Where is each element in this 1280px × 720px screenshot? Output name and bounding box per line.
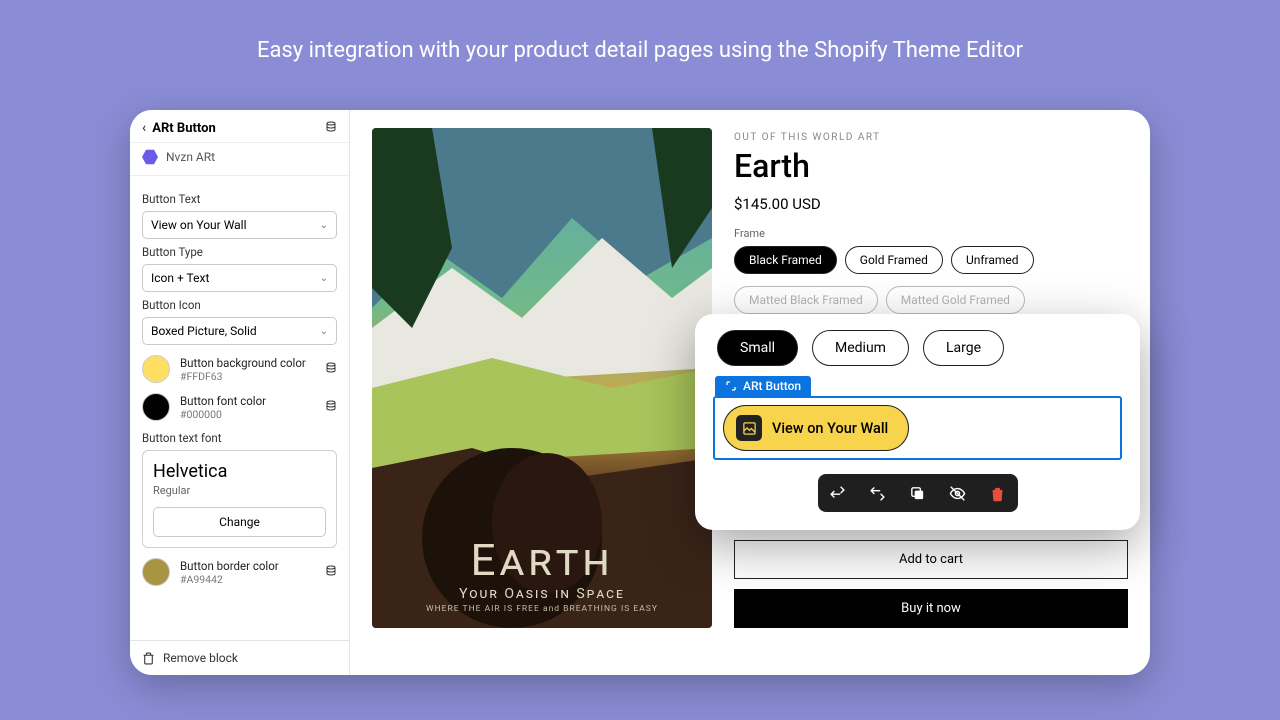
bg-color-label: Button background color bbox=[180, 356, 306, 370]
border-color-hex: #A99442 bbox=[180, 573, 279, 586]
product-image: Earth Your Oasis in Space WHERE THE AIR … bbox=[372, 128, 712, 628]
sidebar-title: ARt Button bbox=[152, 121, 319, 136]
product-eyebrow: OUT OF THIS WORLD ART bbox=[734, 132, 1128, 143]
size-option[interactable]: Large bbox=[923, 330, 1004, 366]
back-chevron-icon[interactable]: ‹ bbox=[142, 120, 146, 136]
view-on-wall-button[interactable]: View on Your Wall bbox=[723, 405, 909, 451]
font-name: Helvetica bbox=[153, 461, 326, 482]
dynamic-source-icon[interactable] bbox=[325, 565, 337, 580]
buy-now-button[interactable]: Buy it now bbox=[734, 589, 1128, 628]
button-type-select[interactable]: Icon + Text⌄ bbox=[142, 264, 337, 292]
hide-icon[interactable] bbox=[948, 483, 968, 503]
button-text-select[interactable]: View on Your Wall⌄ bbox=[142, 211, 337, 239]
dynamic-source-icon[interactable] bbox=[325, 362, 337, 377]
move-down-icon[interactable] bbox=[868, 483, 888, 503]
button-type-label: Button Type bbox=[142, 245, 337, 259]
size-option[interactable]: Small bbox=[717, 330, 798, 366]
poster-subtitle: WHERE THE AIR IS FREE and BREATHING IS E… bbox=[372, 604, 712, 614]
frame-option: Matted Black Framed bbox=[734, 286, 878, 314]
size-options: Small Medium Large bbox=[713, 330, 1122, 366]
app-badge: Nvzn ARt bbox=[130, 143, 349, 176]
font-card: Helvetica Regular Change bbox=[142, 450, 337, 548]
delete-icon[interactable] bbox=[988, 483, 1008, 503]
font-color-label: Button font color bbox=[180, 394, 266, 408]
dynamic-source-icon[interactable] bbox=[325, 121, 337, 136]
block-toolbar bbox=[818, 474, 1018, 512]
app-icon bbox=[142, 149, 158, 165]
marketing-headline: Easy integration with your product detai… bbox=[0, 0, 1280, 63]
theme-editor-sidebar: ‹ ARt Button Nvzn ARt Button Text View o… bbox=[130, 110, 350, 675]
button-text-label: Button Text bbox=[142, 192, 337, 206]
block-focus-popover: Small Medium Large ARt Button View on Yo… bbox=[695, 314, 1140, 530]
app-name: Nvzn ARt bbox=[166, 150, 215, 164]
border-color-row[interactable]: Button border color #A99442 bbox=[142, 558, 337, 586]
border-color-label: Button border color bbox=[180, 559, 279, 573]
frame-option[interactable]: Black Framed bbox=[734, 246, 837, 274]
text-font-label: Button text font bbox=[142, 431, 337, 445]
selected-block-frame[interactable]: View on Your Wall bbox=[713, 396, 1122, 460]
dynamic-source-icon[interactable] bbox=[325, 400, 337, 415]
frame-option: Matted Gold Framed bbox=[886, 286, 1025, 314]
frame-option-label: Frame bbox=[734, 227, 1128, 240]
frame-option[interactable]: Gold Framed bbox=[845, 246, 943, 274]
boxed-picture-icon bbox=[736, 415, 762, 441]
poster-tagline: Your Oasis in Space bbox=[372, 586, 712, 602]
change-font-button[interactable]: Change bbox=[153, 507, 326, 537]
frame-options-row2: Matted Black Framed Matted Gold Framed bbox=[734, 286, 1128, 314]
sidebar-fields: Button Text View on Your Wall⌄ Button Ty… bbox=[130, 176, 349, 640]
product-title: Earth bbox=[734, 147, 1128, 185]
move-up-icon[interactable] bbox=[828, 483, 848, 503]
sidebar-header: ‹ ARt Button bbox=[130, 110, 349, 143]
button-icon-select[interactable]: Boxed Picture, Solid⌄ bbox=[142, 317, 337, 345]
remove-block-button[interactable]: Remove block bbox=[130, 640, 349, 675]
frame-options: Black Framed Gold Framed Unframed bbox=[734, 246, 1128, 274]
duplicate-icon[interactable] bbox=[908, 483, 928, 503]
font-color-swatch bbox=[142, 393, 170, 421]
bg-color-row[interactable]: Button background color #FFDF63 bbox=[142, 355, 337, 383]
bg-color-hex: #FFDF63 bbox=[180, 370, 306, 383]
font-weight: Regular bbox=[153, 484, 326, 497]
add-to-cart-button[interactable]: Add to cart bbox=[734, 540, 1128, 579]
border-color-swatch bbox=[142, 558, 170, 586]
size-option[interactable]: Medium bbox=[812, 330, 909, 366]
font-color-hex: #000000 bbox=[180, 408, 266, 421]
button-icon-label: Button Icon bbox=[142, 298, 337, 312]
poster-title: Earth bbox=[372, 534, 712, 586]
block-label-tag[interactable]: ARt Button bbox=[715, 376, 811, 396]
frame-option[interactable]: Unframed bbox=[951, 246, 1034, 274]
font-color-row[interactable]: Button font color #000000 bbox=[142, 393, 337, 421]
bg-color-swatch bbox=[142, 355, 170, 383]
product-price: $145.00 USD bbox=[734, 195, 1128, 213]
